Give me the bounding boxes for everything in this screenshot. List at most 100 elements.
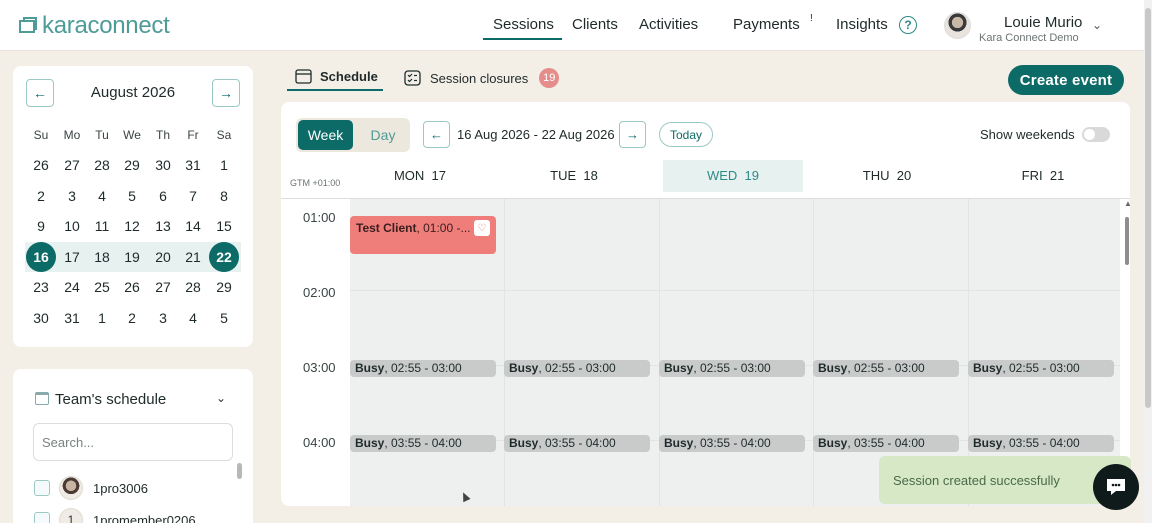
event-time: , 03:55 - 04:00 bbox=[693, 436, 771, 450]
page-scrollbar-thumb[interactable] bbox=[1145, 8, 1151, 408]
weekday-label: Fr bbox=[187, 128, 199, 142]
chevron-down-icon[interactable]: ⌄ bbox=[216, 391, 226, 405]
grid-scrollbar-thumb[interactable] bbox=[1125, 217, 1129, 265]
calendar-day[interactable]: 2 bbox=[117, 303, 147, 333]
event-test-client[interactable]: Test Client, 01:00 -... ♡ bbox=[350, 216, 496, 254]
calendar-day[interactable]: 10 bbox=[57, 211, 87, 241]
event-busy[interactable]: Busy, 03:55 - 04:00 bbox=[813, 435, 959, 452]
user-avatar[interactable] bbox=[944, 12, 971, 39]
chat-icon bbox=[1107, 479, 1125, 495]
team-schedule-title[interactable]: Team's schedule bbox=[55, 391, 166, 408]
week-view-button[interactable]: Week bbox=[298, 120, 353, 150]
date-range-label: 16 Aug 2026 - 22 Aug 2026 bbox=[457, 127, 615, 142]
event-busy[interactable]: Busy, 02:55 - 03:00 bbox=[968, 360, 1114, 377]
calendar-day[interactable]: 16 bbox=[26, 242, 56, 272]
calendar-day[interactable]: 25 bbox=[87, 272, 117, 302]
weekday-label: Th bbox=[155, 128, 170, 142]
show-weekends-toggle[interactable] bbox=[1082, 127, 1110, 142]
calendar-day[interactable]: 5 bbox=[209, 303, 239, 333]
day-view-button[interactable]: Day bbox=[358, 120, 408, 150]
nav-sessions[interactable]: Sessions bbox=[493, 16, 554, 33]
calendar-day[interactable]: 24 bbox=[57, 272, 87, 302]
calendar-day[interactable]: 17 bbox=[57, 242, 87, 272]
calendar-day[interactable]: 15 bbox=[209, 211, 239, 241]
hour-label: 02:00 bbox=[303, 285, 336, 300]
calendar-day[interactable]: 27 bbox=[148, 272, 178, 302]
page-scrollbar[interactable] bbox=[1144, 0, 1152, 523]
nav-insights[interactable]: Insights bbox=[836, 16, 888, 33]
calendar-day[interactable]: 11 bbox=[87, 211, 117, 241]
calendar-day[interactable]: 19 bbox=[117, 242, 147, 272]
today-button[interactable]: Today bbox=[659, 122, 713, 147]
tab-session-closures[interactable]: Session closures 19 bbox=[404, 68, 560, 88]
calendar-day[interactable]: 29 bbox=[117, 150, 147, 180]
calendar-day[interactable]: 6 bbox=[148, 181, 178, 211]
scroll-up-icon[interactable]: ▲ bbox=[1124, 199, 1130, 208]
week-calendar: Week Day ← 16 Aug 2026 - 22 Aug 2026 → T… bbox=[281, 102, 1130, 506]
logo-text: karaconnect bbox=[42, 12, 170, 39]
col-day: MON bbox=[393, 168, 425, 183]
calendar-day[interactable]: 26 bbox=[117, 272, 147, 302]
member-checkbox[interactable] bbox=[34, 512, 50, 523]
create-event-button[interactable]: Create event bbox=[1008, 65, 1124, 95]
calendar-day[interactable]: 1 bbox=[87, 303, 117, 333]
logo[interactable]: karaconnect bbox=[18, 12, 170, 40]
calendar-day[interactable]: 12 bbox=[117, 211, 147, 241]
hour-label: 01:00 bbox=[303, 210, 336, 225]
member-checkbox[interactable] bbox=[34, 480, 50, 496]
calendar-day[interactable]: 4 bbox=[87, 181, 117, 211]
nav-clients[interactable]: Clients bbox=[572, 16, 618, 33]
nav-activities[interactable]: Activities bbox=[639, 16, 698, 33]
event-busy[interactable]: Busy, 03:55 - 04:00 bbox=[504, 435, 650, 452]
calendar-day[interactable]: 8 bbox=[209, 181, 239, 211]
calendar-day[interactable]: 31 bbox=[57, 303, 87, 333]
member-row[interactable]: 1pro3006 bbox=[34, 476, 148, 500]
chat-button[interactable] bbox=[1093, 464, 1139, 510]
calendar-day[interactable]: 27 bbox=[57, 150, 87, 180]
team-search-input[interactable] bbox=[33, 423, 233, 461]
heart-icon[interactable]: ♡ bbox=[474, 220, 490, 236]
member-list-scrollbar[interactable] bbox=[237, 463, 242, 479]
prev-week-button[interactable]: ← bbox=[423, 121, 450, 148]
next-week-button[interactable]: → bbox=[619, 121, 646, 148]
calendar-day[interactable]: 29 bbox=[209, 272, 239, 302]
event-busy[interactable]: Busy, 03:55 - 04:00 bbox=[659, 435, 805, 452]
calendar-day[interactable]: 20 bbox=[148, 242, 178, 272]
calendar-day[interactable]: 18 bbox=[87, 242, 117, 272]
calendar-day[interactable]: 7 bbox=[178, 181, 208, 211]
calendar-day[interactable]: 14 bbox=[178, 211, 208, 241]
event-busy[interactable]: Busy, 03:55 - 04:00 bbox=[968, 435, 1114, 452]
member-row[interactable]: 1 1promember0206 bbox=[34, 508, 196, 523]
calendar-day[interactable]: 28 bbox=[178, 272, 208, 302]
event-time: , 03:55 - 04:00 bbox=[384, 436, 462, 450]
calendar-day[interactable]: 2 bbox=[26, 181, 56, 211]
calendar-day[interactable]: 30 bbox=[26, 303, 56, 333]
event-busy[interactable]: Busy, 02:55 - 03:00 bbox=[659, 360, 805, 377]
calendar-day[interactable]: 3 bbox=[148, 303, 178, 333]
calendar-day[interactable]: 1 bbox=[209, 150, 239, 180]
calendar-day[interactable]: 9 bbox=[26, 211, 56, 241]
calendar-day[interactable]: 13 bbox=[148, 211, 178, 241]
event-busy[interactable]: Busy, 03:55 - 04:00 bbox=[350, 435, 496, 452]
grid-column-line bbox=[813, 199, 814, 506]
calendar-day[interactable]: 5 bbox=[117, 181, 147, 211]
calendar-day[interactable]: 31 bbox=[178, 150, 208, 180]
calendar-day[interactable]: 28 bbox=[87, 150, 117, 180]
event-busy[interactable]: Busy, 02:55 - 03:00 bbox=[813, 360, 959, 377]
chevron-down-icon[interactable]: ⌄ bbox=[1092, 18, 1102, 32]
calendar-day[interactable]: 21 bbox=[178, 242, 208, 272]
event-busy[interactable]: Busy, 02:55 - 03:00 bbox=[350, 360, 496, 377]
event-busy[interactable]: Busy, 02:55 - 03:00 bbox=[504, 360, 650, 377]
calendar-day[interactable]: 4 bbox=[178, 303, 208, 333]
next-month-button[interactable]: → bbox=[212, 79, 240, 107]
calendar-day[interactable]: 3 bbox=[57, 181, 87, 211]
member-name: 1pro3006 bbox=[93, 480, 148, 496]
calendar-day[interactable]: 30 bbox=[148, 150, 178, 180]
calendar-day[interactable]: 26 bbox=[26, 150, 56, 180]
user-name[interactable]: Louie Murio bbox=[1004, 14, 1082, 31]
calendar-day[interactable]: 23 bbox=[26, 272, 56, 302]
help-icon[interactable]: ? bbox=[899, 16, 917, 34]
tab-schedule[interactable]: Schedule bbox=[295, 68, 378, 84]
nav-payments[interactable]: Payments bbox=[733, 16, 800, 33]
calendar-day[interactable]: 22 bbox=[209, 242, 239, 272]
